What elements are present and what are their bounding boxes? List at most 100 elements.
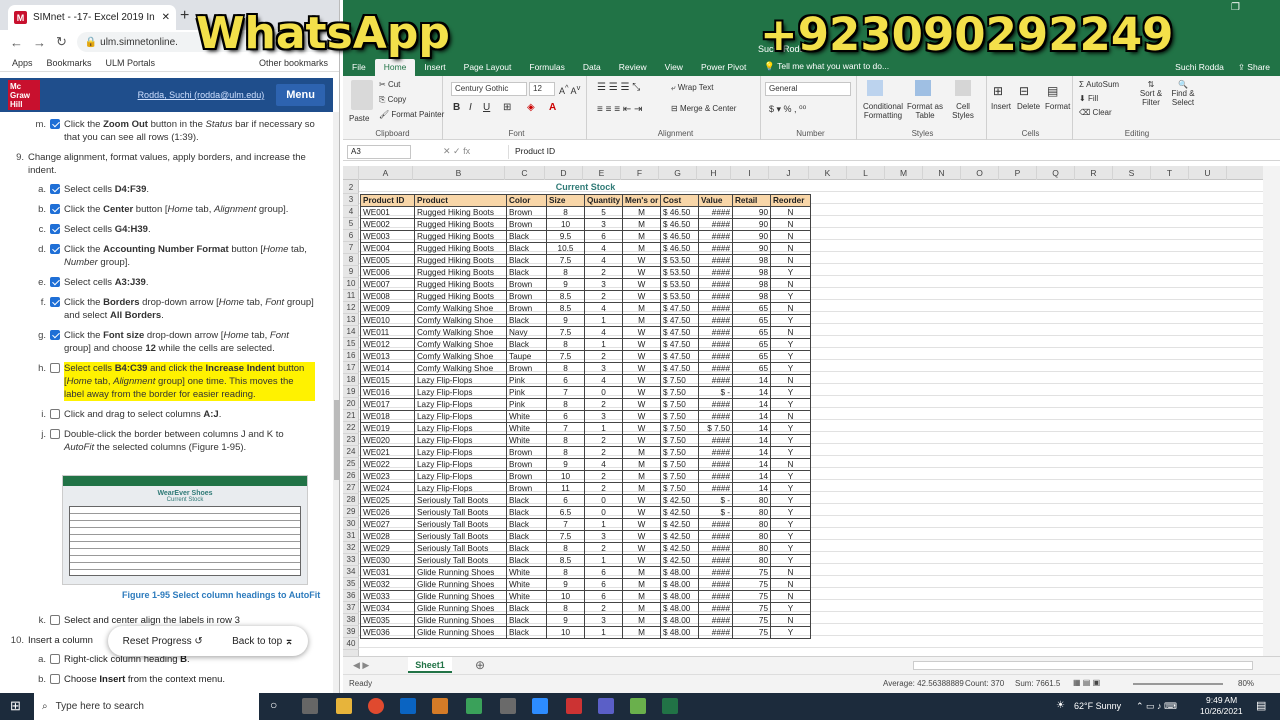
table-cell[interactable]: Brown [506, 445, 547, 459]
table-cell[interactable]: #### [698, 265, 733, 279]
view-buttons-icon[interactable]: ▦ ▤ ▣ [1073, 678, 1100, 687]
table-cell[interactable]: Brown [506, 361, 547, 375]
step-checkbox[interactable] [50, 184, 60, 194]
header-cell[interactable]: Reorder [770, 193, 811, 207]
instructions-scroll-thumb[interactable] [334, 400, 339, 480]
step-checkbox[interactable] [50, 204, 60, 214]
table-cell[interactable]: N [770, 457, 811, 471]
row-header[interactable]: 38 [343, 614, 359, 626]
table-cell[interactable]: Y [770, 433, 811, 447]
task-view-icon[interactable] [302, 698, 318, 714]
table-cell[interactable]: 1 [584, 337, 623, 351]
table-cell[interactable]: White [506, 565, 547, 579]
row-header[interactable]: 40 [343, 638, 359, 650]
table-cell[interactable]: 1 [584, 625, 623, 639]
table-cell[interactable]: Black [506, 625, 547, 639]
table-cell[interactable]: W [622, 253, 661, 267]
table-cell[interactable]: 80 [732, 505, 771, 519]
table-cell[interactable]: Comfy Walking Shoe [414, 337, 507, 351]
table-cell[interactable]: 3 [584, 529, 623, 543]
table-cell[interactable]: M [622, 565, 661, 579]
table-cell[interactable]: Rugged Hiking Boots [414, 265, 507, 279]
table-cell[interactable]: Lazy Flip-Flops [414, 385, 507, 399]
table-cell[interactable]: 9 [546, 577, 585, 591]
table-cell[interactable]: N [770, 229, 811, 243]
table-cell[interactable]: WE019 [360, 421, 415, 435]
table-cell[interactable]: W [622, 397, 661, 411]
table-cell[interactable]: W [622, 361, 661, 375]
table-cell[interactable]: #### [698, 253, 733, 267]
table-cell[interactable]: 8.5 [546, 289, 585, 303]
weather-icon[interactable]: ☀ [1056, 700, 1065, 711]
table-cell[interactable]: W [622, 517, 661, 531]
add-sheet-icon[interactable]: ⊕ [475, 658, 485, 672]
table-cell[interactable]: $ 46.50 [660, 205, 699, 219]
table-cell[interactable]: #### [698, 361, 733, 375]
table-cell[interactable]: Lazy Flip-Flops [414, 373, 507, 387]
table-cell[interactable]: W [622, 433, 661, 447]
table-cell[interactable]: N [770, 205, 811, 219]
table-cell[interactable]: 90 [732, 205, 771, 219]
row-header[interactable]: 5 [343, 218, 359, 230]
table-cell[interactable]: #### [698, 277, 733, 291]
table-cell[interactable]: 75 [732, 601, 771, 615]
table-cell[interactable]: 4 [584, 241, 623, 255]
column-header-r[interactable]: R [1075, 166, 1113, 180]
table-cell[interactable]: #### [698, 565, 733, 579]
table-cell[interactable]: Pink [506, 373, 547, 387]
table-cell[interactable]: Y [770, 361, 811, 375]
column-header-c[interactable]: C [505, 166, 545, 180]
table-cell[interactable]: 9 [546, 277, 585, 291]
table-cell[interactable]: M [622, 625, 661, 639]
table-cell[interactable]: N [770, 613, 811, 627]
cell-styles-button[interactable]: Cell Styles [947, 102, 979, 120]
table-cell[interactable]: WE005 [360, 253, 415, 267]
table-cell[interactable]: Black [506, 517, 547, 531]
step-checkbox[interactable] [50, 674, 60, 684]
table-cell[interactable]: $ 48.00 [660, 613, 699, 627]
header-cell[interactable]: Men's or [622, 193, 661, 207]
table-cell[interactable]: 10 [546, 217, 585, 231]
table-cell[interactable]: 0 [584, 493, 623, 507]
table-cell[interactable]: Y [770, 625, 811, 639]
table-cell[interactable]: M [622, 313, 661, 327]
table-cell[interactable]: WE036 [360, 625, 415, 639]
table-cell[interactable]: $ - [698, 493, 733, 507]
table-cell[interactable]: N [770, 589, 811, 603]
table-cell[interactable]: N [770, 577, 811, 591]
column-header-t[interactable]: T [1151, 166, 1189, 180]
column-header-s[interactable]: S [1113, 166, 1151, 180]
table-cell[interactable]: $ 47.50 [660, 301, 699, 315]
format-as-table-button[interactable]: Format as Table [905, 102, 945, 120]
table-cell[interactable]: 7.5 [546, 349, 585, 363]
table-cell[interactable]: WE027 [360, 517, 415, 531]
column-header-i[interactable]: I [731, 166, 769, 180]
table-cell[interactable]: Y [770, 385, 811, 399]
table-cell[interactable]: Taupe [506, 349, 547, 363]
table-cell[interactable]: 65 [732, 349, 771, 363]
table-cell[interactable]: 10 [546, 625, 585, 639]
row-header[interactable]: 11 [343, 290, 359, 302]
table-cell[interactable]: WE010 [360, 313, 415, 327]
table-cell[interactable]: WE020 [360, 433, 415, 447]
paste-button[interactable]: Paste [349, 114, 369, 123]
table-cell[interactable]: White [506, 433, 547, 447]
table-cell[interactable]: 8.5 [546, 553, 585, 567]
table-cell[interactable]: 1 [584, 553, 623, 567]
table-cell[interactable]: #### [698, 301, 733, 315]
header-cell[interactable]: Value [698, 193, 733, 207]
user-link[interactable]: Rodda, Suchi (rodda@ulm.edu) [138, 90, 265, 100]
table-cell[interactable]: WE011 [360, 325, 415, 339]
table-cell[interactable]: Brown [506, 205, 547, 219]
table-cell[interactable]: 2 [584, 541, 623, 555]
table-cell[interactable]: #### [698, 229, 733, 243]
table-cell[interactable]: 10 [546, 589, 585, 603]
table-cell[interactable]: Seriously Tall Boots [414, 529, 507, 543]
table-cell[interactable]: WE015 [360, 373, 415, 387]
tab-close-icon[interactable]: ✕ [162, 12, 170, 23]
copy-button[interactable]: ⎘ Copy [379, 95, 406, 105]
table-cell[interactable]: #### [698, 445, 733, 459]
borders-icon[interactable]: ⊞ [503, 102, 511, 113]
table-cell[interactable]: 10 [546, 469, 585, 483]
merge-center-button[interactable]: ⊟ Merge & Center [671, 104, 736, 113]
